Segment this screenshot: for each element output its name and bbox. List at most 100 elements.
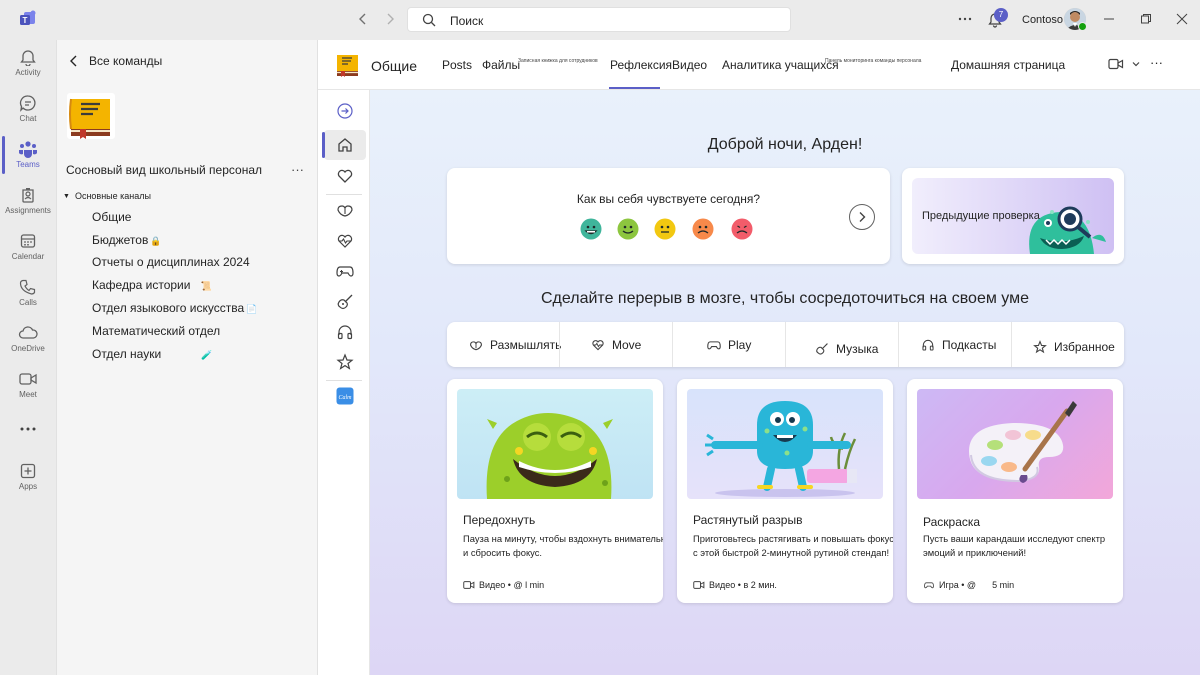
- tab-reflect[interactable]: Рефлексия: [610, 58, 672, 72]
- scroll-icon: 📜: [200, 281, 212, 291]
- document-icon: 📄: [246, 304, 258, 314]
- search-input[interactable]: Поиск: [407, 7, 791, 32]
- rail-teams[interactable]: Teams: [0, 136, 56, 180]
- channel-item[interactable]: Бюджетов 🔒: [92, 233, 162, 247]
- blue-monster-stretch-illustration: [705, 401, 857, 497]
- title-bar: T Поиск 7 Contoso: [0, 0, 1200, 40]
- minimize-icon[interactable]: [1103, 13, 1115, 25]
- close-icon[interactable]: [1176, 13, 1188, 25]
- rail-assignments[interactable]: Assignments: [0, 182, 56, 226]
- activity-card-breathe[interactable]: Передохнуть Пауза на минуту, чтобы вздох…: [447, 379, 663, 603]
- chevron-down-icon: [1132, 62, 1140, 67]
- category-play[interactable]: Play: [707, 322, 751, 367]
- presence-available-icon: [1078, 22, 1087, 31]
- category-move[interactable]: Move: [591, 322, 641, 367]
- channel-item[interactable]: Кафедра истории 📜: [92, 278, 212, 292]
- tab-video[interactable]: Видео: [672, 58, 707, 72]
- meet-now-button[interactable]: [1108, 58, 1142, 70]
- category-podcasts[interactable]: Подкасты: [921, 322, 996, 367]
- heartbeat-icon: [592, 339, 604, 350]
- category-music[interactable]: Музыка: [815, 326, 878, 371]
- rail-calendar[interactable]: Calendar: [0, 228, 56, 272]
- green-monster-illustration: [486, 413, 613, 499]
- channel-item[interactable]: Математический отдел: [92, 324, 220, 338]
- heart-icon[interactable]: [336, 167, 354, 185]
- channel-item[interactable]: Отчеты о дисциплинах 2024: [92, 255, 250, 269]
- activity-card-stretch[interactable]: Растянутый разрыв Приготовьтесь растягив…: [677, 379, 893, 603]
- rail-label-activity: Activity: [15, 68, 41, 77]
- chevron-left-icon: [70, 55, 77, 67]
- home-icon[interactable]: [336, 136, 354, 154]
- rail-activity[interactable]: Activity: [0, 44, 56, 88]
- mood-okay-icon[interactable]: [654, 218, 676, 240]
- rail-chat[interactable]: Chat: [0, 90, 56, 134]
- gamepad-icon[interactable]: [336, 262, 354, 280]
- tab-student-analytics[interactable]: Аналитика учащихся: [722, 58, 839, 72]
- rail-onedrive[interactable]: OneDrive: [0, 320, 56, 364]
- category-label: Музыка: [836, 341, 879, 356]
- card-title: Передохнуть: [463, 513, 536, 527]
- mood-terrible-icon[interactable]: [731, 218, 753, 240]
- tab-home-page[interactable]: Домашняя страница: [951, 58, 1065, 72]
- chat-icon: [19, 95, 36, 112]
- mood-good-icon[interactable]: [617, 218, 639, 240]
- channel-item[interactable]: Общие: [92, 210, 131, 224]
- tab-staff-dashboard[interactable]: Панель мониторинга команды персонала: [825, 58, 921, 64]
- chevron-right-icon[interactable]: [849, 204, 875, 230]
- channels-heading-label: Основные каналы: [74, 191, 151, 201]
- gamepad-icon: [707, 340, 721, 349]
- team-more-options-icon[interactable]: ···: [291, 162, 304, 177]
- restore-icon[interactable]: [1140, 13, 1152, 25]
- mood-question: Как вы себя чувствуете сегодня?: [576, 192, 761, 206]
- tab-more-options-icon[interactable]: ···: [1150, 55, 1163, 70]
- category-label: Размышлять: [490, 337, 562, 352]
- activity-card-coloring[interactable]: Раскраска Пусть ваши карандаши исследуют…: [907, 379, 1123, 603]
- guitar-icon: [816, 342, 828, 355]
- rail-meet[interactable]: Meet: [0, 366, 56, 410]
- back-arrow-icon[interactable]: [356, 12, 370, 26]
- org-name[interactable]: Contoso: [1022, 14, 1063, 26]
- tab-files[interactable]: Файлы: [482, 58, 520, 72]
- tab-posts[interactable]: Posts: [442, 58, 472, 72]
- channel-book-icon: [335, 52, 361, 78]
- mood-checkin-card: Как вы себя чувствуете сегодня?: [447, 168, 890, 264]
- channels-section-header[interactable]: ▼ Основные каналы: [63, 191, 151, 201]
- tab-staff-notebook[interactable]: Записная книжка для сотрудников: [518, 58, 598, 64]
- settings-more-icon[interactable]: [958, 12, 972, 26]
- category-label: Move: [612, 337, 642, 352]
- mood-great-icon[interactable]: [580, 218, 602, 240]
- channel-item[interactable]: Отдел языкового искусства 📄: [92, 301, 257, 315]
- card-title: Растянутый разрыв: [693, 513, 803, 527]
- back-label: Все команды: [89, 54, 163, 68]
- channel-item[interactable]: Отдел науки 🧪: [92, 347, 212, 361]
- rail-label-meet: Meet: [19, 390, 37, 399]
- reflect-icon[interactable]: [336, 201, 354, 219]
- divider: [898, 322, 899, 367]
- card-description: Пусть ваши карандаши исследуют спектр эмо…: [923, 533, 1106, 558]
- guitar-icon[interactable]: [336, 293, 354, 311]
- forward-arrow-icon[interactable]: [383, 12, 397, 26]
- mood-bad-icon[interactable]: [692, 218, 714, 240]
- category-favorites[interactable]: Избранное: [1033, 324, 1115, 369]
- heartbeat-icon[interactable]: [336, 232, 354, 250]
- rail-label-chat: Chat: [19, 114, 37, 123]
- svg-text:Calm: Calm: [338, 395, 352, 401]
- star-icon[interactable]: [336, 353, 354, 371]
- card-meta: Видео • @ l min: [463, 580, 544, 590]
- reflect-app-sidebar: Calm: [318, 90, 370, 675]
- rail-calls[interactable]: Calls: [0, 274, 56, 318]
- team-name[interactable]: Сосновый вид школьный персонал: [66, 163, 262, 177]
- main-area: Общие Posts Файлы Записная книжка для со…: [318, 40, 1200, 675]
- previous-checkins-card[interactable]: Предыдущие проверка: [902, 168, 1124, 264]
- all-teams-back-link[interactable]: Все команды: [69, 54, 162, 68]
- calm-app-icon[interactable]: Calm: [336, 387, 354, 405]
- rail-label-teams: Teams: [16, 160, 40, 169]
- headphones-icon[interactable]: [336, 323, 354, 341]
- home-nav-indicator: [322, 132, 325, 158]
- previous-checkins-label: Предыдущие проверка: [922, 210, 1040, 222]
- cloud-icon: [18, 326, 38, 339]
- expand-arrow-icon[interactable]: [336, 102, 354, 120]
- category-reflect[interactable]: Размышлять: [469, 322, 561, 367]
- category-filter-bar: Размышлять Move Play Музыка Подкасты Изб…: [447, 322, 1124, 367]
- rail-apps[interactable]: Apps: [0, 458, 56, 502]
